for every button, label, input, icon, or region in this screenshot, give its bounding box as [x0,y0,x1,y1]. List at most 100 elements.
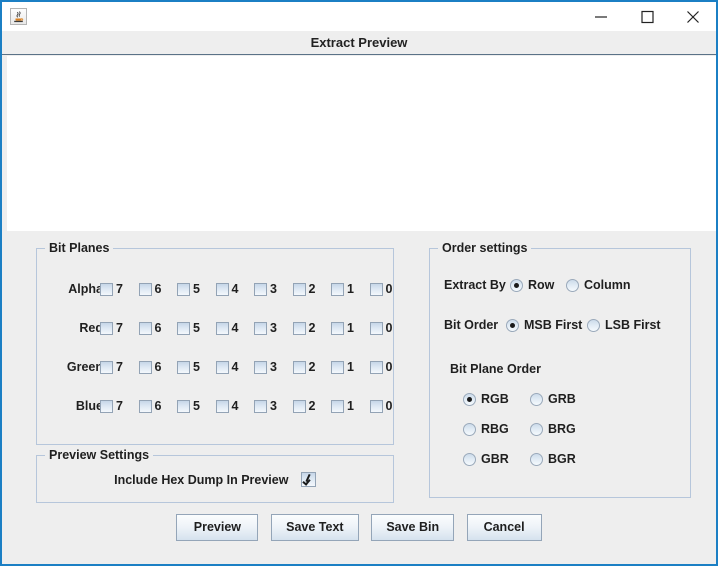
checkbox-alpha-bit-5[interactable] [177,282,190,296]
radio-indicator[interactable] [463,422,476,436]
checkbox-green-bit-5[interactable] [177,360,190,374]
bit-plane-order-option-bgr[interactable]: BGR [530,450,576,468]
radio-indicator[interactable] [510,278,523,292]
extract-by-label: Extract By [444,278,506,292]
bit-plane-order-option-rgb[interactable]: RGB [463,390,509,408]
bit-plane-row-blue: Blue 7 6 5 4 3 2 1 0 [37,397,393,415]
bit-order-option-lsb-first[interactable]: LSB First [587,316,661,334]
close-icon[interactable] [670,2,716,31]
checkbox-green-bit-7[interactable] [100,360,113,374]
checkbox-red-bit-3[interactable] [254,321,267,335]
checkbox-red-bit-6[interactable] [138,321,152,335]
bit-index-label: 0 [385,399,393,413]
radio-indicator[interactable] [530,452,543,466]
radio-indicator[interactable] [530,422,543,436]
bit-plane-order-label: Bit Plane Order [450,362,541,376]
cancel-button[interactable]: Cancel [466,514,542,541]
checkbox-alpha-bit-6[interactable] [138,282,152,296]
save-text-button[interactable]: Save Text [270,514,359,541]
checkbox-blue-bit-7[interactable] [100,399,113,413]
minimize-icon[interactable] [578,2,624,31]
bit-plane-cell: 7 [100,358,123,376]
bit-index-label: 6 [154,360,162,374]
bit-index-label: 6 [154,282,162,296]
bit-index-label: 1 [347,282,354,296]
bit-plane-cell: 6 [138,397,161,415]
bit-order-option-msb-first[interactable]: MSB First [506,316,582,334]
dialog-button-bar: Preview Save Text Save Bin Cancel [4,514,714,554]
checkbox-blue-bit-1[interactable] [331,399,344,413]
radio-indicator[interactable] [463,392,476,406]
bit-plane-cell: 5 [177,280,200,298]
bit-plane-cell: 7 [100,280,123,298]
checkbox-red-bit-4[interactable] [215,321,229,335]
checkbox-green-bit-0[interactable] [369,360,383,374]
bit-index-label: 4 [231,321,239,335]
checkbox-red-bit-7[interactable] [100,321,113,335]
checkbox-red-bit-2[interactable] [292,321,306,335]
preview-settings-group: Preview Settings Include Hex Dump In Pre… [36,448,394,503]
bit-index-label: 3 [270,399,277,413]
checkbox-red-bit-1[interactable] [331,321,344,335]
bit-plane-cell: 3 [254,358,277,376]
extract-by-option-row[interactable]: Row [510,276,554,294]
checkbox-green-bit-2[interactable] [292,360,306,374]
bit-index-label: 7 [116,360,123,374]
radio-indicator[interactable] [587,318,600,332]
maximize-icon[interactable] [624,2,670,31]
bit-plane-order-option-brg[interactable]: BRG [530,420,576,438]
radio-label: BGR [548,452,576,466]
checkbox-blue-bit-5[interactable] [177,399,190,413]
radio-label: GBR [481,452,509,466]
checkbox-red-bit-0[interactable] [369,321,383,335]
radio-indicator[interactable] [506,318,519,332]
checkbox-red-bit-5[interactable] [177,321,190,335]
application-window: Extract Preview Bit Planes Alpha 7 6 5 4 3 2 1 0… [0,0,718,566]
bit-plane-order-option-grb[interactable]: GRB [530,390,576,408]
bit-index-label: 2 [308,321,316,335]
checkbox-blue-bit-0[interactable] [369,399,383,413]
bit-planes-group: Bit Planes Alpha 7 6 5 4 3 2 1 0 Red 7 6 5 4 3 2 1 0 Green… [36,241,394,445]
bit-plane-cell: 5 [177,319,200,337]
radio-label: RGB [481,392,509,406]
checkbox-blue-bit-4[interactable] [215,399,229,413]
checkbox-blue-bit-3[interactable] [254,399,267,413]
bit-plane-cell: 1 [331,280,354,298]
preview-output-textarea[interactable] [7,56,716,231]
checkbox-blue-bit-6[interactable] [138,399,152,413]
bit-plane-order-option-gbr[interactable]: GBR [463,450,509,468]
checkbox-alpha-bit-1[interactable] [331,282,344,296]
checkbox-green-bit-6[interactable] [138,360,152,374]
checkbox-blue-bit-2[interactable] [292,399,306,413]
bit-index-label: 2 [308,282,316,296]
radio-indicator[interactable] [530,392,543,406]
checkbox-alpha-bit-3[interactable] [254,282,267,296]
checkbox-alpha-bit-2[interactable] [292,282,306,296]
checkbox-alpha-bit-4[interactable] [215,282,229,296]
save-bin-button[interactable]: Save Bin [371,514,455,541]
checkbox-green-bit-1[interactable] [331,360,344,374]
bit-index-label: 5 [193,360,200,374]
bit-plane-channel-label: Red [79,321,103,335]
bit-index-label: 0 [385,321,393,335]
radio-indicator[interactable] [463,452,476,466]
checkbox-alpha-bit-7[interactable] [100,282,113,296]
bit-plane-cell: 6 [138,358,162,376]
checkbox-green-bit-4[interactable] [215,360,229,374]
radio-indicator[interactable] [566,278,579,292]
bit-index-label: 4 [231,360,239,374]
bit-plane-order-option-rbg[interactable]: RBG [463,420,509,438]
extract-by-option-column[interactable]: Column [566,276,631,294]
bit-index-label: 4 [231,399,239,413]
bit-index-label: 7 [116,399,123,413]
bit-plane-cell: 3 [254,319,277,337]
preview-button[interactable]: Preview [176,514,259,541]
bit-plane-row-alpha: Alpha 7 6 5 4 3 2 1 0 [37,280,393,298]
bit-index-label: 0 [385,282,393,296]
checkbox-green-bit-3[interactable] [254,360,267,374]
bit-index-label: 1 [347,399,354,413]
checkbox-alpha-bit-0[interactable] [369,282,383,296]
order-settings-group: Order settings Extract By Row Column Bit … [429,241,691,498]
bit-plane-cell: 0 [369,280,393,298]
include-hex-dump-checkbox[interactable] [300,472,316,488]
